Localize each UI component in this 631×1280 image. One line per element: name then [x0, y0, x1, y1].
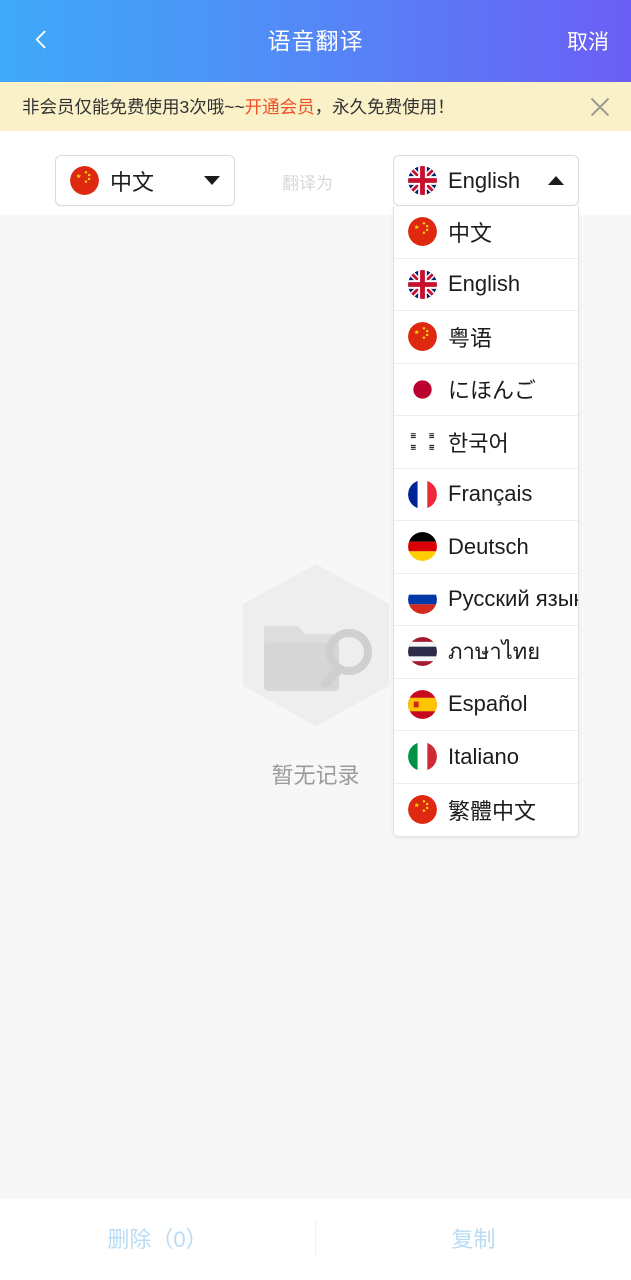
dropdown-item-label: にほんご [448, 378, 537, 404]
flag-china-icon [408, 795, 437, 825]
dropdown-item-label: Italiano [448, 743, 519, 769]
empty-state-label: 暂无记录 [271, 763, 360, 788]
translate-to-label: 翻译为 [282, 174, 333, 193]
dropdown-item-label: 中文 [448, 220, 493, 246]
copy-button[interactable]: 复制 [316, 1198, 631, 1280]
dropdown-item-English[interactable]: English [394, 259, 578, 311]
dropdown-item-Français[interactable]: Français [394, 469, 578, 521]
banner-text-after: ，永久免费使用！ [314, 97, 455, 117]
dropdown-item-ภาษาไทย[interactable]: ภาษาไทย [394, 626, 578, 679]
bottom-action-bar: 删除（0） 复制 [0, 1197, 631, 1280]
app-header: 语音翻译 取消 [0, 0, 631, 82]
flag-italy-icon [408, 742, 437, 772]
flag-uk-icon [408, 166, 437, 195]
flag-uk-icon [408, 269, 437, 299]
source-language-label: 中文 [110, 169, 155, 195]
flag-japan-icon [408, 374, 437, 404]
folder-search-art [242, 564, 389, 726]
flag-uk-art [408, 166, 437, 195]
chevron-left-icon [35, 30, 48, 53]
dropdown-item-label: Français [448, 481, 533, 507]
flag-korea-icon [408, 427, 437, 457]
dropdown-item-にほんご[interactable]: にほんご [394, 364, 578, 416]
dropdown-item-label: Español [448, 691, 528, 717]
membership-banner: 非会员仅能免费使用3次哦~~开通会员，永久免费使用！ [0, 82, 631, 131]
flag-china-icon [70, 166, 99, 195]
flag-germany-icon [408, 532, 437, 562]
target-language-selector[interactable]: English [393, 155, 579, 206]
open-membership-link[interactable]: 开通会员 [245, 97, 315, 117]
flag-france-icon [408, 479, 437, 509]
chevron-down-icon [198, 176, 226, 185]
flag-china-art [70, 166, 99, 195]
dropdown-item-繁體中文[interactable]: 繁體中文 [394, 784, 578, 837]
dropdown-item-label: Deutsch [448, 533, 529, 559]
folder-search-icon [231, 560, 401, 730]
dropdown-item-中文[interactable]: 中文 [394, 206, 578, 259]
dropdown-item-Italiano[interactable]: Italiano [394, 731, 578, 784]
page-title: 语音翻译 [267, 28, 364, 54]
dropdown-item-label: 粤语 [448, 325, 493, 351]
dropdown-item-label: Русский язык [448, 586, 578, 612]
dropdown-item-Español[interactable]: Español [394, 679, 578, 731]
dropdown-item-한국어[interactable]: 한국어 [394, 416, 578, 469]
dropdown-item-label: English [448, 271, 521, 297]
dropdown-item-Русский язык[interactable]: Русский язык [394, 574, 578, 626]
flag-russia-icon [408, 584, 437, 614]
close-icon[interactable] [569, 82, 631, 131]
cancel-button[interactable]: 取消 [545, 0, 631, 82]
source-language-selector[interactable]: 中文 [55, 155, 235, 206]
back-button[interactable] [0, 0, 82, 82]
banner-text-before: 非会员仅能免费使用3次哦~~ [22, 97, 245, 117]
dropdown-item-粤语[interactable]: 粤语 [394, 311, 578, 364]
dropdown-item-label: 繁體中文 [448, 798, 537, 824]
target-language-label: English [448, 167, 521, 193]
dropdown-item-Deutsch[interactable]: Deutsch [394, 521, 578, 574]
flag-thailand-icon [408, 637, 437, 667]
delete-button[interactable]: 删除（0） [0, 1198, 315, 1280]
target-language-dropdown[interactable]: 中文 English 粤语にほんご 한국어 Français Deutsch Русский… [393, 206, 579, 837]
flag-china-icon [408, 322, 437, 352]
flag-china-icon [408, 217, 437, 247]
voice-translate-screen: 语音翻译 取消 非会员仅能免费使用3次哦~~开通会员，永久免费使用！ 中文 翻译… [0, 0, 631, 1280]
dropdown-item-label: 한국어 [448, 430, 509, 456]
banner-text: 非会员仅能免费使用3次哦~~开通会员，永久免费使用！ [0, 94, 569, 119]
chevron-up-icon [542, 176, 570, 185]
dropdown-item-label: ภาษาไทย [448, 639, 541, 665]
flag-spain-icon [408, 689, 437, 719]
